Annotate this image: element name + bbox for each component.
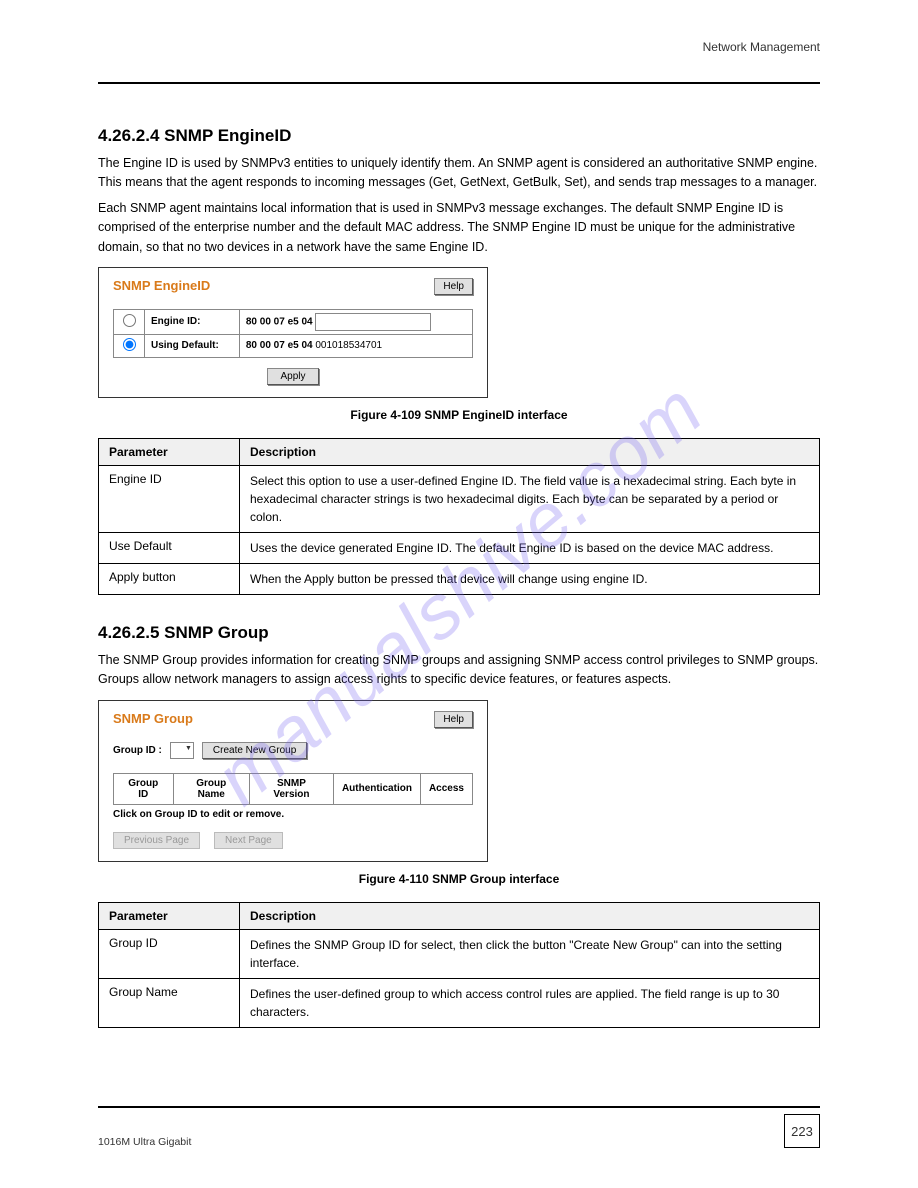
- th-description: Description: [240, 902, 820, 929]
- paragraph: The SNMP Group provides information for …: [98, 651, 820, 690]
- figure-title: SNMP Group: [113, 711, 193, 726]
- page-number: 223: [784, 1114, 820, 1148]
- figure-caption-2: Figure 4-110 SNMP Group interface: [98, 872, 820, 886]
- previous-page-button[interactable]: Previous Page: [113, 832, 200, 849]
- figure-caption-1: Figure 4-109 SNMP EngineID interface: [98, 408, 820, 422]
- figure-snmp-group: SNMP Group Help Group ID : Create New Gr…: [98, 700, 488, 862]
- desc-cell: Defines the SNMP Group ID for select, th…: [240, 929, 820, 978]
- next-page-button[interactable]: Next Page: [214, 832, 283, 849]
- figure-title: SNMP EngineID: [113, 278, 210, 293]
- param-cell: Group ID: [99, 929, 240, 978]
- th-snmp-version: SNMP Version: [249, 773, 333, 804]
- engine-id-radio[interactable]: [123, 314, 136, 327]
- param-table-1: Parameter Description Engine ID Select t…: [98, 438, 820, 595]
- group-hint: Click on Group ID to edit or remove.: [113, 809, 473, 820]
- param-cell: Use Default: [99, 532, 240, 563]
- param-cell: Apply button: [99, 563, 240, 594]
- section-heading-2: 4.26.2.5 SNMP Group: [98, 623, 820, 643]
- header-rule: [98, 82, 820, 84]
- param-cell: Group Name: [99, 978, 240, 1027]
- default-radio[interactable]: [123, 338, 136, 351]
- desc-cell: When the Apply button be pressed that de…: [240, 563, 820, 594]
- th-parameter: Parameter: [99, 438, 240, 465]
- group-header-table: Group ID Group Name SNMP Version Authent…: [113, 773, 473, 805]
- param-cell: Engine ID: [99, 465, 240, 532]
- th-description: Description: [240, 438, 820, 465]
- th-group-name: Group Name: [173, 773, 249, 804]
- engine-id-input[interactable]: [315, 313, 431, 331]
- apply-button[interactable]: Apply: [267, 368, 318, 385]
- footer: 1016M Ultra Gigabit 223: [98, 1106, 820, 1148]
- group-id-dropdown[interactable]: [170, 742, 194, 759]
- default-prefix: 80 00 07 e5 04: [246, 340, 313, 351]
- th-access: Access: [420, 773, 472, 804]
- th-auth: Authentication: [333, 773, 420, 804]
- section-heading-1: 4.26.2.4 SNMP EngineID: [98, 126, 820, 146]
- help-button[interactable]: Help: [434, 278, 473, 295]
- engine-prefix: 80 00 07 e5 04: [246, 316, 313, 327]
- create-group-button[interactable]: Create New Group: [202, 742, 307, 759]
- default-value: 001018534701: [315, 340, 382, 351]
- header-right: Network Management: [98, 40, 820, 54]
- engine-id-label: Engine ID:: [145, 309, 240, 334]
- desc-cell: Defines the user-defined group to which …: [240, 978, 820, 1027]
- param-table-2: Parameter Description Group ID Defines t…: [98, 902, 820, 1028]
- help-button[interactable]: Help: [434, 711, 473, 728]
- default-label: Using Default:: [145, 334, 240, 357]
- footer-left: 1016M Ultra Gigabit: [98, 1136, 191, 1148]
- group-id-label: Group ID :: [113, 745, 162, 756]
- paragraph: Each SNMP agent maintains local informat…: [98, 199, 820, 257]
- th-group-id: Group ID: [114, 773, 174, 804]
- engine-table: Engine ID: 80 00 07 e5 04 Using Default:…: [113, 309, 473, 358]
- th-parameter: Parameter: [99, 902, 240, 929]
- desc-cell: Select this option to use a user-defined…: [240, 465, 820, 532]
- figure-engine-id: SNMP EngineID Help Engine ID: 80 00 07 e…: [98, 267, 488, 398]
- desc-cell: Uses the device generated Engine ID. The…: [240, 532, 820, 563]
- paragraph: The Engine ID is used by SNMPv3 entities…: [98, 154, 820, 193]
